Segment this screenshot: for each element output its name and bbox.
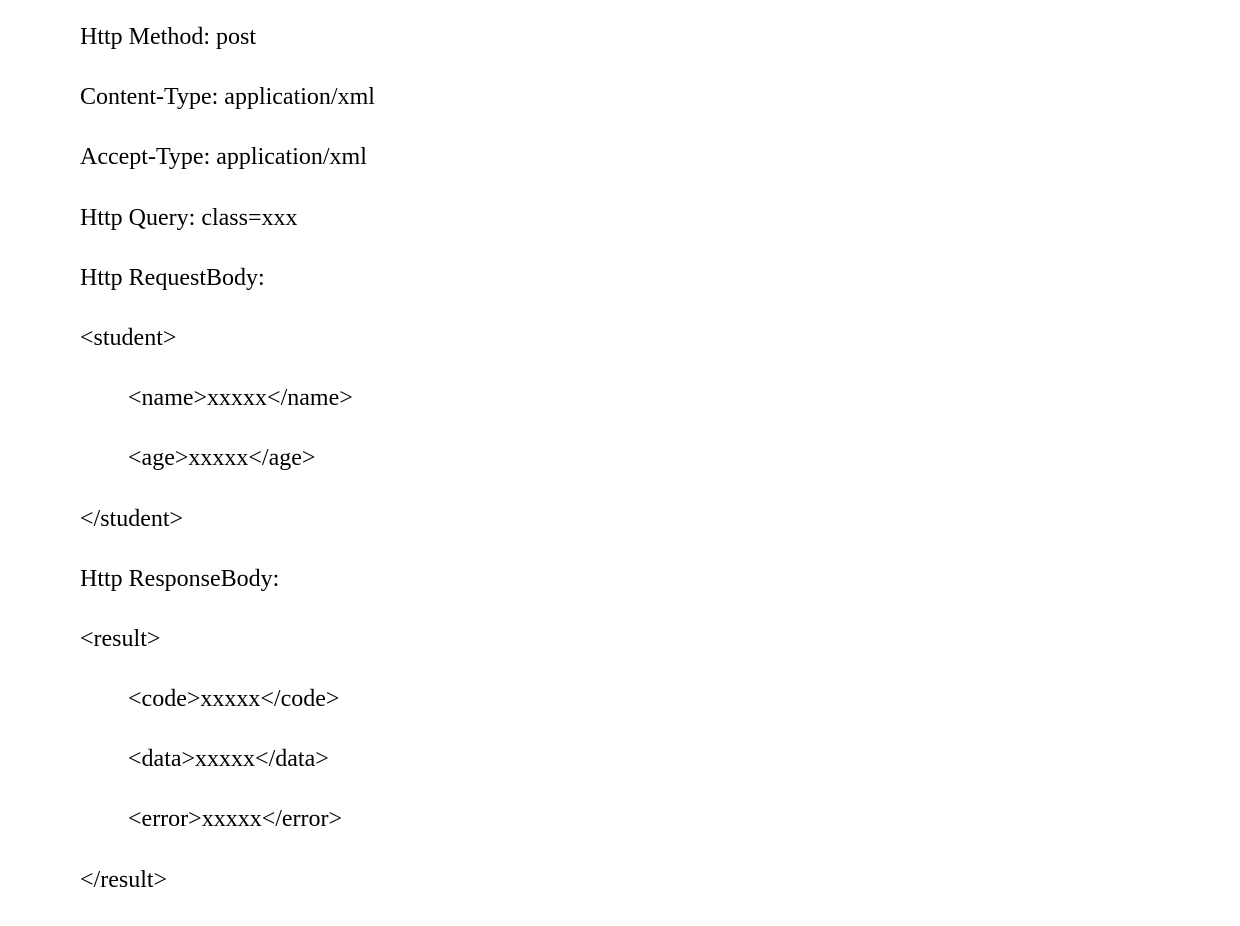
request-xml-student-open: <student> — [80, 323, 1240, 354]
http-method-line: Http Method: post — [80, 22, 1240, 53]
response-xml-result-open: <result> — [80, 624, 1240, 655]
request-xml-student-close: </student> — [80, 504, 1240, 535]
response-xml-code: <code>xxxxx</code> — [80, 684, 1240, 715]
http-responsebody-label: Http ResponseBody: — [80, 564, 1240, 595]
request-xml-name: <name>xxxxx</name> — [80, 383, 1240, 414]
http-requestbody-label: Http RequestBody: — [80, 263, 1240, 294]
http-query-line: Http Query: class=xxx — [80, 203, 1240, 234]
response-xml-data: <data>xxxxx</data> — [80, 744, 1240, 775]
response-xml-result-close: </result> — [80, 865, 1240, 896]
accept-type-line: Accept-Type: application/xml — [80, 142, 1240, 173]
content-type-line: Content-Type: application/xml — [80, 82, 1240, 113]
response-xml-error: <error>xxxxx</error> — [80, 804, 1240, 835]
request-xml-age: <age>xxxxx</age> — [80, 443, 1240, 474]
